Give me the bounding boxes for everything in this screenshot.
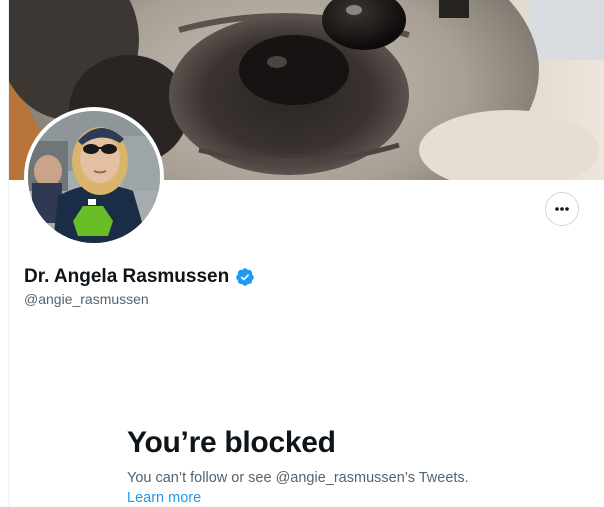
avatar-photo (28, 111, 160, 243)
blocked-description: You can’t follow or see @angie_rasmussen… (127, 470, 469, 486)
display-name: Dr. Angela Rasmussen (24, 266, 230, 287)
learn-more-link[interactable]: Learn more (127, 489, 201, 507)
profile-name-row: Dr. Angela Rasmussen (24, 265, 255, 289)
more-options-button[interactable] (545, 192, 579, 226)
more-horizontal-icon (555, 207, 569, 211)
profile-handle: @angie_rasmussen (24, 291, 149, 307)
blocked-title: You’re blocked (127, 426, 336, 459)
profile-page: Dr. Angela Rasmussen @angie_rasmussen Yo… (0, 0, 604, 507)
profile-avatar[interactable] (24, 107, 164, 247)
verified-badge-icon[interactable] (235, 267, 255, 287)
